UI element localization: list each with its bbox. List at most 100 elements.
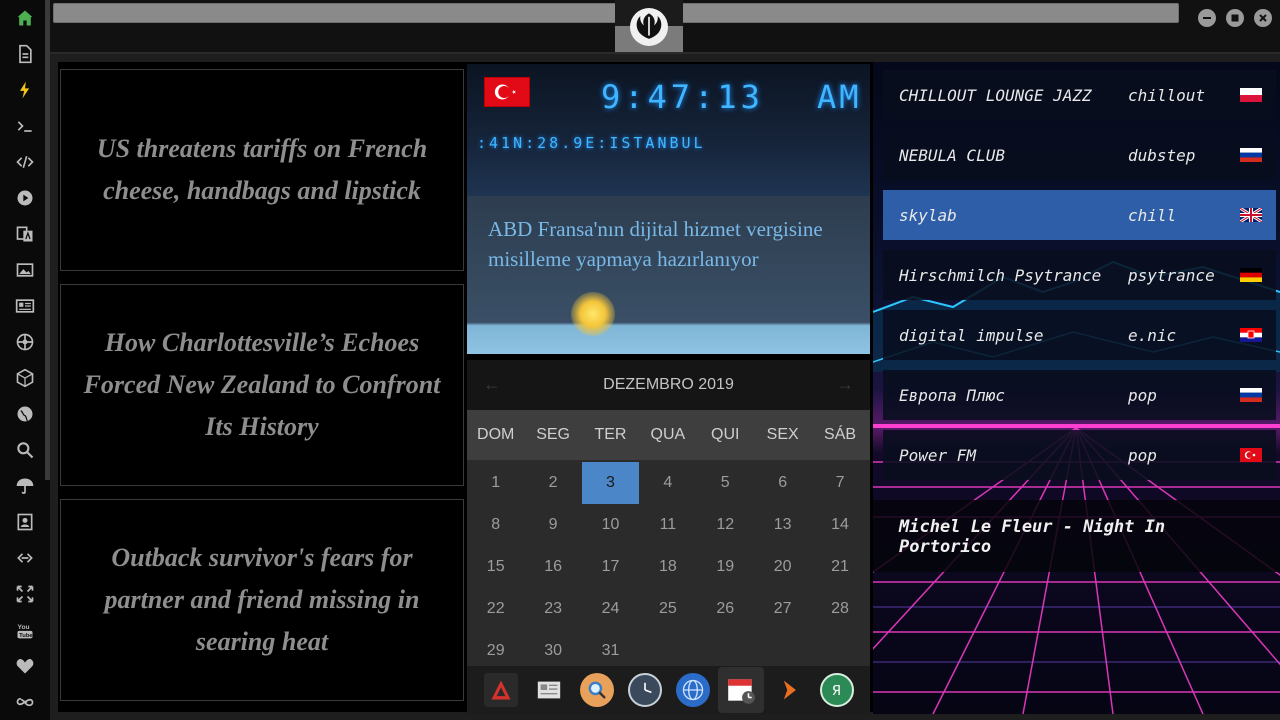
station-name: Европа Плюс bbox=[899, 385, 1005, 405]
calendar-day[interactable]: 16 bbox=[524, 546, 581, 588]
lightning-icon[interactable] bbox=[12, 77, 38, 103]
top-bar bbox=[50, 0, 1280, 54]
news-headline: US threatens tariffs on French cheese, h… bbox=[96, 134, 428, 205]
home-icon[interactable] bbox=[12, 5, 38, 31]
calendar-widget: ← DEZEMBRO 2019 → DOM SEG TER QUA QUI SE… bbox=[467, 360, 870, 666]
media-play-icon[interactable] bbox=[772, 673, 806, 707]
calendar-week-row: 15 16 17 18 19 20 21 bbox=[467, 546, 870, 588]
calendar-day[interactable]: 14 bbox=[811, 504, 868, 546]
station-item[interactable]: CHILLOUT LOUNGE JAZZ chillout bbox=[883, 70, 1276, 120]
weekday-label: TER bbox=[594, 426, 627, 443]
station-genre: pop bbox=[1128, 385, 1157, 405]
umbrella-icon[interactable] bbox=[12, 473, 38, 499]
calendar-day[interactable]: 25 bbox=[639, 588, 696, 630]
calendar-day[interactable]: 12 bbox=[697, 504, 754, 546]
news-icon[interactable] bbox=[12, 293, 38, 319]
calendar-day[interactable]: 27 bbox=[754, 588, 811, 630]
calendar-day[interactable]: 8 bbox=[467, 504, 524, 546]
search-icon[interactable] bbox=[12, 437, 38, 463]
calendar-day[interactable]: 22 bbox=[467, 588, 524, 630]
close-button[interactable] bbox=[1254, 9, 1272, 27]
calendar-prev-button[interactable]: ← bbox=[483, 374, 501, 395]
calendar-next-button[interactable]: → bbox=[836, 374, 854, 395]
station-name: NEBULA CLUB bbox=[899, 145, 1005, 165]
news-headline: Outback survivor's fears for partner and… bbox=[104, 543, 420, 656]
clock-app-icon[interactable] bbox=[628, 673, 662, 707]
news-reader-icon[interactable] bbox=[532, 673, 566, 707]
station-item[interactable]: skylab chill bbox=[883, 190, 1276, 240]
station-item[interactable]: Hirschmilch Psytrance psytrance bbox=[883, 250, 1276, 300]
infinity-icon[interactable] bbox=[12, 689, 38, 715]
calendar-day[interactable]: 5 bbox=[697, 462, 754, 504]
svg-text:Я: Я bbox=[832, 684, 841, 699]
station-name: Hirschmilch Psytrance bbox=[899, 265, 1102, 285]
calendar-day[interactable]: 3 bbox=[581, 462, 640, 504]
calendar-day[interactable]: 23 bbox=[524, 588, 581, 630]
calendar-day[interactable]: 1 bbox=[467, 462, 524, 504]
minimize-button[interactable] bbox=[1198, 9, 1216, 27]
calendar-day[interactable]: 4 bbox=[639, 462, 696, 504]
globe-icon[interactable] bbox=[12, 401, 38, 427]
contacts-icon[interactable] bbox=[12, 509, 38, 535]
calendar-day[interactable]: 19 bbox=[697, 546, 754, 588]
maximize-button[interactable] bbox=[1226, 9, 1244, 27]
station-item[interactable]: NEBULA CLUB dubstep bbox=[883, 130, 1276, 180]
browser-globe-icon[interactable] bbox=[676, 673, 710, 707]
calendar-day[interactable]: 2 bbox=[524, 462, 581, 504]
search-app-icon[interactable] bbox=[580, 673, 614, 707]
calendar-day[interactable]: 18 bbox=[639, 546, 696, 588]
svg-text:Tube: Tube bbox=[19, 633, 33, 639]
expand-icon[interactable] bbox=[12, 581, 38, 607]
poland-flag bbox=[1240, 88, 1262, 102]
calendar-day[interactable]: 10 bbox=[582, 504, 639, 546]
calendar-day[interactable]: 9 bbox=[524, 504, 581, 546]
calendar-day[interactable]: 24 bbox=[582, 588, 639, 630]
weekday-label: DOM bbox=[477, 426, 515, 443]
russia-flag bbox=[1240, 388, 1262, 402]
station-genre: dubstep bbox=[1128, 145, 1196, 165]
station-name: Power FM bbox=[899, 445, 977, 465]
sidebar: You Tube bbox=[0, 0, 50, 720]
calendar-app-icon[interactable] bbox=[718, 667, 764, 713]
calendar-day[interactable]: 15 bbox=[467, 546, 524, 588]
calendar-day[interactable]: 13 bbox=[754, 504, 811, 546]
station-item[interactable]: Европа Плюс pop bbox=[883, 370, 1276, 420]
calendar-week-row: 22 23 24 25 26 27 28 bbox=[467, 588, 870, 630]
calendar-day[interactable]: 7 bbox=[811, 462, 868, 504]
station-name: CHILLOUT LOUNGE JAZZ bbox=[899, 85, 1092, 105]
calendar-day[interactable]: 6 bbox=[754, 462, 811, 504]
news-headline: How Charlottesville’s Echoes Forced New … bbox=[83, 328, 441, 441]
sun-icon bbox=[571, 292, 615, 336]
play-icon[interactable] bbox=[12, 185, 38, 211]
link-icon[interactable] bbox=[12, 545, 38, 571]
station-item[interactable]: Power FM pop bbox=[883, 430, 1276, 480]
hexagon-icon[interactable] bbox=[12, 365, 38, 391]
aperture-icon[interactable] bbox=[12, 329, 38, 355]
calendar-day[interactable]: 21 bbox=[811, 546, 868, 588]
station-genre: e.nic bbox=[1128, 325, 1177, 345]
yandex-icon[interactable]: Я bbox=[820, 673, 854, 707]
calendar-day[interactable]: 11 bbox=[639, 504, 696, 546]
station-name: skylab bbox=[899, 205, 957, 225]
calendar-day[interactable]: 26 bbox=[697, 588, 754, 630]
image-icon[interactable] bbox=[12, 257, 38, 283]
calendar-day[interactable]: 28 bbox=[811, 588, 868, 630]
translated-news-panel[interactable]: ABD Fransa'nın dijital hizmet vergisine … bbox=[467, 196, 870, 354]
clock-time: 9:47:13 bbox=[601, 78, 764, 116]
clock-location: :41N:28.9E:ISTANBUL bbox=[477, 134, 706, 152]
calendar-day[interactable]: 20 bbox=[754, 546, 811, 588]
document-icon[interactable] bbox=[12, 41, 38, 67]
news-card[interactable]: US threatens tariffs on French cheese, h… bbox=[60, 69, 464, 271]
world-clock-widget: 9:47:13 AM :41N:28.9E:ISTANBUL bbox=[467, 64, 870, 196]
code-icon[interactable] bbox=[12, 149, 38, 175]
translate-icon[interactable] bbox=[12, 221, 38, 247]
terminal-icon[interactable] bbox=[12, 113, 38, 139]
youtube-icon[interactable]: You Tube bbox=[12, 617, 38, 643]
station-item[interactable]: digital impulse e.nic bbox=[883, 310, 1276, 360]
heart-icon[interactable] bbox=[12, 653, 38, 679]
rebel-alliance-logo[interactable] bbox=[630, 8, 668, 46]
app-red-icon[interactable] bbox=[484, 673, 518, 707]
news-card[interactable]: Outback survivor's fears for partner and… bbox=[60, 499, 464, 701]
news-card[interactable]: How Charlottesville’s Echoes Forced New … bbox=[60, 284, 464, 486]
calendar-day[interactable]: 17 bbox=[582, 546, 639, 588]
